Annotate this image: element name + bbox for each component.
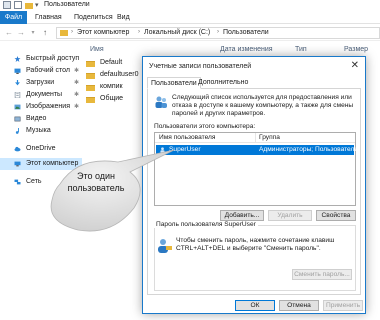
sidebar-item-downloads[interactable]: Загрузки ✱: [0, 77, 82, 89]
sidebar-item-videos[interactable]: Видео: [0, 113, 82, 125]
desktop-icon: [14, 68, 21, 74]
sidebar-item-music[interactable]: Музыка: [0, 125, 82, 137]
dialog-title-bar: Учетные записи пользователей ✕: [143, 57, 365, 75]
pin-icon[interactable]: ✱: [74, 67, 79, 74]
tab-file[interactable]: Файл: [0, 11, 27, 24]
download-icon: [15, 80, 20, 86]
breadcrumb-this-pc[interactable]: Этот компьютер: [77, 29, 129, 36]
users-group-icon: [155, 96, 167, 108]
list-item[interactable]: defaultuser0: [84, 70, 148, 81]
user-name: SuperUser: [169, 146, 201, 153]
user-group: Администраторы; Пользователи: [259, 146, 359, 153]
column-date[interactable]: Дата изменения: [220, 46, 273, 53]
video-icon: [14, 116, 21, 122]
password-group-label: Пароль пользователя SuperUser: [154, 221, 258, 228]
dialog-body: Следующий список используется для предос…: [147, 89, 361, 295]
close-icon[interactable]: ✕: [351, 60, 359, 71]
recent-locations-icon[interactable]: ▾: [28, 27, 38, 39]
column-username[interactable]: Имя пользователя: [159, 134, 215, 141]
star-icon: [14, 56, 21, 62]
dialog-tabs: Пользователи Дополнительно: [147, 77, 361, 89]
users-list-header: Имя пользователя Группа: [155, 133, 355, 143]
properties-button[interactable]: Свойства: [316, 210, 356, 221]
computer-icon: [14, 161, 21, 167]
column-name[interactable]: Имя: [90, 46, 104, 53]
list-item[interactable]: компик: [84, 82, 148, 93]
tab-users[interactable]: Пользователи: [147, 77, 201, 89]
sidebar-item-quick-access[interactable]: Быстрый доступ: [0, 53, 82, 65]
info-text: Следующий список используется для предос…: [172, 94, 354, 117]
users-list[interactable]: Имя пользователя Группа SuperUser Админи…: [154, 132, 358, 206]
column-type[interactable]: Тип: [295, 46, 307, 53]
sidebar-item-network[interactable]: Сеть: [0, 176, 82, 188]
password-group-box: [154, 225, 356, 291]
folder-icon: [86, 85, 95, 91]
folder-icon: [60, 30, 68, 36]
network-icon: [14, 179, 21, 185]
apply-button[interactable]: Применить: [323, 300, 363, 311]
column-size[interactable]: Размер: [344, 46, 368, 53]
folder-icon: [86, 61, 95, 67]
properties-icon[interactable]: [14, 1, 22, 9]
tab-view[interactable]: Вид: [117, 11, 130, 24]
title-bar: ▾ Пользователи: [0, 0, 380, 11]
save-icon[interactable]: [3, 1, 11, 9]
folder-icon: [86, 73, 95, 79]
add-user-button[interactable]: Добавить...: [220, 210, 264, 221]
ok-button[interactable]: ОК: [235, 300, 275, 311]
user-accounts-dialog: Учетные записи пользователей ✕ Пользоват…: [142, 56, 366, 314]
documents-icon: [14, 92, 21, 98]
back-arrow-icon[interactable]: ←: [4, 27, 14, 39]
sidebar-item-onedrive[interactable]: OneDrive: [0, 143, 82, 155]
window-title: Пользователи: [44, 1, 90, 8]
music-icon: [15, 128, 19, 134]
pin-icon[interactable]: ✱: [74, 91, 79, 98]
users-list-label: Пользователи этого компьютера:: [154, 123, 256, 130]
pin-icon[interactable]: ✱: [74, 103, 79, 110]
list-item[interactable]: Default: [84, 58, 148, 69]
column-group[interactable]: Группа: [259, 134, 280, 141]
sidebar-item-desktop[interactable]: Рабочий стол ✱: [0, 65, 82, 77]
table-row[interactable]: SuperUser Администраторы; Пользователи: [156, 145, 358, 155]
new-folder-icon[interactable]: [25, 3, 33, 9]
breadcrumb-local-disk[interactable]: Локальный диск (C:): [144, 29, 210, 36]
address-input[interactable]: › Этот компьютер › Локальный диск (C:) ›…: [56, 27, 380, 39]
forward-arrow-icon[interactable]: →: [16, 27, 26, 39]
password-instructions: Чтобы сменить пароль, нажмите сочетание …: [176, 237, 335, 252]
user-icon: [160, 147, 165, 153]
up-arrow-icon[interactable]: ↑: [40, 27, 50, 39]
ribbon: Файл Главная Поделиться Вид: [0, 11, 380, 24]
sidebar-item-documents[interactable]: Документы ✱: [0, 89, 82, 101]
navigation-pane: Быстрый доступ Рабочий стол ✱ Загрузки ✱…: [0, 50, 82, 320]
user-password-icon: [158, 239, 172, 253]
quick-access-dropdown-icon[interactable]: ▾: [35, 1, 39, 9]
sidebar-item-this-pc[interactable]: Этот компьютер: [0, 158, 82, 170]
tab-share[interactable]: Поделиться: [74, 11, 113, 24]
list-item[interactable]: Общие: [84, 94, 148, 105]
folder-icon: [86, 97, 95, 103]
sidebar-item-pictures[interactable]: Изображения ✱: [0, 101, 82, 113]
reset-password-button[interactable]: Сменить пароль...: [292, 269, 352, 280]
dialog-title: Учетные записи пользователей: [149, 63, 252, 70]
pin-icon[interactable]: ✱: [74, 79, 79, 86]
remove-user-button[interactable]: Удалить: [268, 210, 312, 221]
tab-home[interactable]: Главная: [35, 11, 62, 24]
tab-advanced[interactable]: Дополнительно: [195, 77, 251, 89]
address-bar: ← → ▾ ↑ › Этот компьютер › Локальный дис…: [0, 25, 380, 41]
pictures-icon: [14, 104, 21, 110]
breadcrumb-users[interactable]: Пользователи: [223, 29, 269, 36]
cancel-button[interactable]: Отмена: [279, 300, 319, 311]
cloud-icon: [14, 146, 21, 152]
